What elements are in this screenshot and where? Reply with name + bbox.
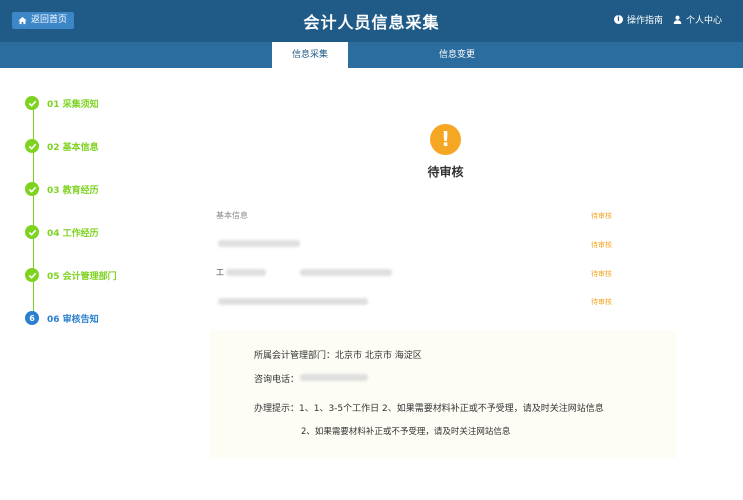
guide-link[interactable]: i 操作指南 xyxy=(614,13,663,26)
step-1[interactable]: 01 采集须知 xyxy=(25,96,99,110)
step-3[interactable]: 03 教育经历 xyxy=(25,182,99,196)
step-label: 06 审核告知 xyxy=(47,314,99,325)
step-6[interactable]: 6 06 审核告知 xyxy=(25,311,99,325)
tab-bar: 信息采集 信息变更 xyxy=(0,42,743,68)
row-label-basic-info: 基本信息 xyxy=(216,211,248,220)
check-icon xyxy=(25,139,39,153)
dept-line: 所属会计管理部门：北京市 北京市 海淀区 xyxy=(254,351,422,361)
user-center-label: 个人中心 xyxy=(686,16,723,26)
tip-line-2: 2、如果需要材料补正或不予受理，请及时关注网站信息 xyxy=(301,427,511,437)
step-label: 02 基本信息 xyxy=(47,142,99,153)
row-status: 待审核 xyxy=(591,298,612,306)
step-label: 01 采集须知 xyxy=(47,99,99,110)
check-icon xyxy=(25,182,39,196)
tab-info-collect[interactable]: 信息采集 xyxy=(272,42,348,68)
phone-label: 咨询电话： xyxy=(254,375,300,385)
user-center-link[interactable]: 个人中心 xyxy=(673,13,722,26)
guide-label: 操作指南 xyxy=(627,16,664,26)
user-icon xyxy=(673,15,682,24)
row-status: 待审核 xyxy=(591,212,612,220)
row-status: 待审核 xyxy=(591,241,612,249)
redacted-text xyxy=(218,298,368,305)
step-label: 03 教育经历 xyxy=(47,185,99,196)
step-5[interactable]: 05 会计管理部门 xyxy=(25,268,117,282)
step-label: 05 会计管理部门 xyxy=(47,271,117,282)
redacted-text xyxy=(218,240,300,247)
redacted-text xyxy=(226,269,266,276)
step-label: 04 工作经历 xyxy=(47,228,99,239)
row-status: 待审核 xyxy=(591,270,612,278)
check-icon xyxy=(25,225,39,239)
redacted-text xyxy=(300,269,392,276)
status-text: 待审核 xyxy=(427,165,464,179)
redacted-phone xyxy=(300,374,368,381)
step-4[interactable]: 04 工作经历 xyxy=(25,225,99,239)
step-2[interactable]: 02 基本信息 xyxy=(25,139,99,153)
step-number-badge: 6 xyxy=(25,311,39,325)
info-icon: i xyxy=(614,15,623,24)
tab-info-change[interactable]: 信息变更 xyxy=(420,42,494,68)
tip-line-1: 办理提示：1、1、3-5个工作日 2、如果需要材料补正或不予受理，请及时关注网站… xyxy=(254,404,604,414)
warning-icon: ! xyxy=(430,124,461,155)
check-icon xyxy=(25,268,39,282)
row-label: 工 xyxy=(216,268,224,277)
top-header: 返回首页 会计人员信息采集 i 操作指南 个人中心 xyxy=(0,0,743,42)
check-icon xyxy=(25,96,39,110)
